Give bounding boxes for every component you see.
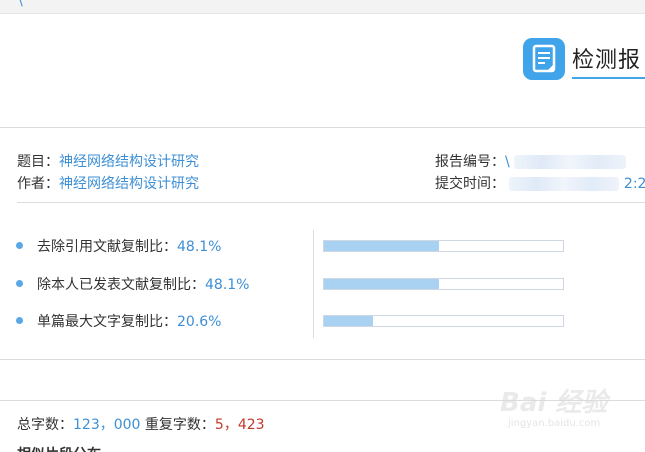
report-header: 检测报 — [0, 14, 645, 127]
watermark-url: jingyan.baidu.com — [508, 418, 601, 429]
ratio-progress-bar — [323, 315, 564, 327]
top-bar: \ — [0, 0, 645, 14]
meta-title-label: 题目： — [17, 154, 59, 170]
ratio-value: 20.6% — [177, 314, 222, 330]
report-title: 检测报 — [572, 48, 642, 73]
meta-author-value[interactable]: 神经网络结构设计研究 — [59, 176, 199, 192]
ratio-label: 单篇最大文字复制比： — [37, 314, 177, 330]
bullet-dot — [16, 241, 23, 249]
ratio-progress-bar — [323, 278, 564, 290]
meta-report-no-label: 报告编号： — [435, 154, 505, 170]
divider — [0, 359, 645, 360]
meta-report-no-value: \ — [505, 154, 510, 170]
meta-submit-time-label: 提交时间： — [435, 176, 505, 192]
baidu-jingyan-watermark: Bai 经验 jingyan.baidu.com — [500, 382, 640, 442]
divider — [17, 202, 645, 203]
ratio-value: 48.1% — [177, 239, 222, 255]
ratio-item: 单篇最大文字复制比：20.6% — [16, 311, 221, 331]
meta-submit-time-value: 2:2 — [623, 176, 645, 192]
meta-report-no-row: 报告编号：\ — [435, 151, 627, 171]
meta-title-value[interactable]: 神经网络结构设计研究 — [59, 154, 199, 170]
watermark-main: Bai 经验 — [500, 388, 608, 418]
ratio-progress-bar — [323, 240, 564, 252]
top-bar-glyph: \ — [18, 0, 23, 9]
total-words-label: 总字数： — [17, 417, 73, 433]
bullet-dot — [16, 316, 23, 324]
ratio-progress-fill — [324, 279, 439, 289]
word-count-stats: 总字数：123，000 重复字数：5，423 — [17, 414, 265, 434]
ratio-progress-fill — [324, 241, 439, 251]
ratio-item: 除本人已发表文献复制比：48.1% — [16, 274, 249, 294]
ratio-item: 去除引用文献复制比：48.1% — [16, 236, 221, 256]
column-divider — [313, 230, 314, 338]
meta-author-row: 作者：神经网络结构设计研究 — [17, 173, 199, 193]
ratio-label: 去除引用文献复制比： — [37, 239, 177, 255]
similar-fragments-heading: 相似片段分布 — [17, 444, 101, 452]
total-words-value: 123，000 — [73, 417, 141, 433]
bullet-dot — [16, 279, 23, 287]
repeat-words-value: 5，423 — [214, 417, 265, 433]
repeat-words-label: 重复字数： — [144, 417, 215, 433]
ratio-progress-fill — [324, 316, 374, 326]
report-document-icon — [523, 38, 565, 80]
ratio-label: 除本人已发表文献复制比： — [37, 277, 205, 293]
ratio-value: 48.1% — [205, 277, 250, 293]
meta-title-row: 题目：神经网络结构设计研究 — [17, 151, 199, 171]
redacted-submit-time — [509, 177, 620, 191]
meta-author-label: 作者： — [17, 176, 59, 192]
redacted-report-no — [514, 155, 627, 169]
title-underline — [572, 77, 645, 79]
meta-submit-time-row: 提交时间： 2:2 — [435, 173, 645, 193]
divider — [0, 127, 645, 128]
